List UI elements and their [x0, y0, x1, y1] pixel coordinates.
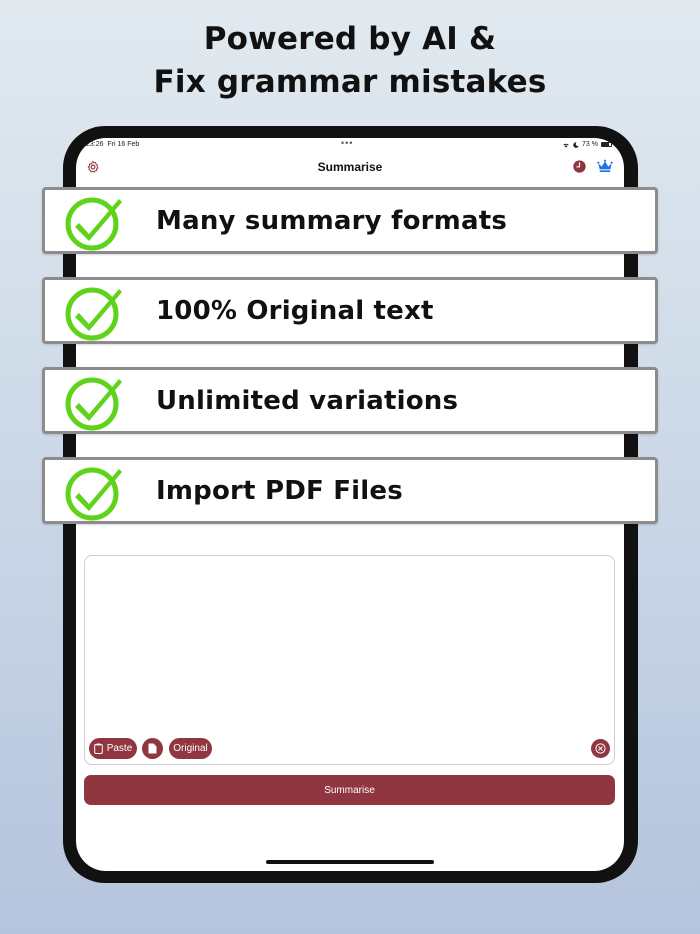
feature-label: Unlimited variations	[156, 385, 459, 416]
feature-banner: Import PDF Files	[42, 457, 658, 524]
document-icon	[148, 743, 157, 754]
checkmark-icon	[65, 467, 122, 521]
close-icon	[595, 743, 606, 754]
feature-banner: 100% Original text	[42, 277, 658, 344]
headline-line-2: Fix grammar mistakes	[153, 64, 547, 100]
paste-button[interactable]: Paste	[89, 738, 137, 759]
paste-label: Paste	[106, 743, 133, 754]
checkmark-icon	[65, 287, 122, 341]
moon-icon	[573, 141, 579, 148]
crown-icon[interactable]	[597, 159, 613, 173]
clear-button[interactable]	[591, 739, 610, 758]
clock-icon[interactable]	[573, 160, 586, 173]
battery-icon	[601, 142, 612, 147]
status-time-text: 23:26	[86, 141, 104, 148]
battery-percent: 73 %	[582, 141, 598, 148]
mode-select-button[interactable]: Original	[169, 738, 212, 759]
feature-banner: Unlimited variations	[42, 367, 658, 434]
checkmark-icon	[65, 197, 122, 251]
import-file-button[interactable]	[142, 738, 163, 759]
summarise-button[interactable]: Summarise	[84, 775, 615, 805]
feature-label: 100% Original text	[156, 295, 434, 326]
nav-title: Summarise	[317, 160, 383, 174]
status-time: 23:26 Fri 16 Feb	[86, 141, 139, 148]
wifi-icon	[563, 143, 569, 148]
headline-line-1: Powered by AI &	[203, 21, 497, 57]
feature-label: Import PDF Files	[156, 475, 403, 506]
nav-bar: Summarise	[76, 156, 624, 180]
headline: Powered by AI & Fix grammar mistakes	[0, 18, 700, 104]
feature-label: Many summary formats	[156, 205, 508, 236]
clipboard-icon	[93, 743, 103, 754]
feature-banner: Many summary formats	[42, 187, 658, 254]
status-bar: 23:26 Fri 16 Feb ••• 73 %	[76, 138, 624, 154]
home-indicator[interactable]	[266, 860, 434, 864]
multitasking-dots-icon[interactable]: •••	[341, 138, 353, 148]
status-date-text: Fri 16 Feb	[107, 141, 140, 148]
mode-label: Original	[173, 743, 208, 754]
text-input-area[interactable]: Paste Original	[84, 555, 615, 765]
status-indicators: 73 %	[562, 141, 612, 148]
checkmark-icon	[65, 377, 122, 431]
